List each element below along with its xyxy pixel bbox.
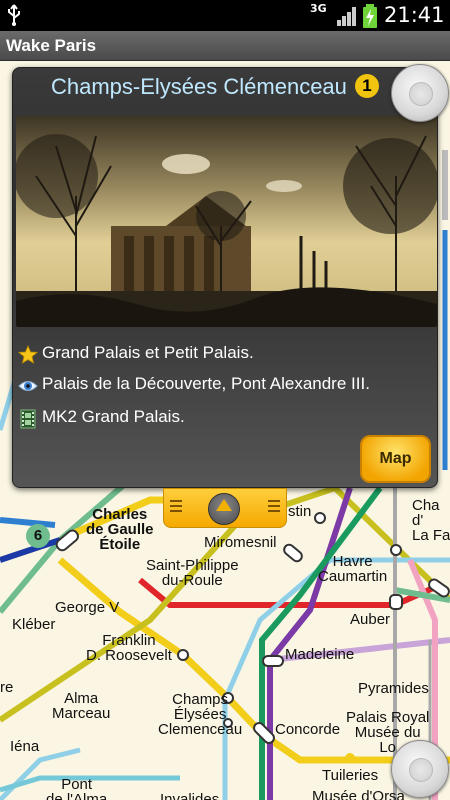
right-grip-icon bbox=[268, 497, 280, 517]
station-stin[interactable]: stin bbox=[288, 504, 311, 519]
film-icon bbox=[20, 409, 36, 429]
station-concorde[interactable]: Concorde bbox=[275, 722, 340, 737]
station-pont-alma[interactable]: Pont de l'Alma bbox=[46, 777, 107, 800]
status-bar: 3G 21:41 bbox=[0, 0, 450, 31]
station-alma-marceau[interactable]: Alma Marceau bbox=[52, 691, 110, 721]
station-kleber[interactable]: Kléber bbox=[12, 617, 55, 632]
station-auber[interactable]: Auber bbox=[350, 612, 390, 627]
station-champs-elysees[interactable]: Champs Élysées Clemenceau bbox=[158, 692, 242, 737]
app-screen: { "status_bar": { "network": "3G", "time… bbox=[0, 0, 450, 800]
station-pyramides[interactable]: Pyramides bbox=[358, 681, 429, 696]
station-miromesnil[interactable]: Miromesnil bbox=[204, 535, 277, 550]
station-tuileries[interactable]: Tuileries bbox=[322, 768, 378, 783]
station-musee-orsay[interactable]: Musée d'Orsa bbox=[312, 789, 405, 800]
station-photo bbox=[16, 116, 437, 327]
star-icon bbox=[18, 345, 38, 364]
zoom-out-button[interactable] bbox=[391, 740, 449, 798]
zoom-in-button[interactable] bbox=[391, 64, 449, 122]
station-invalides[interactable]: Invalides bbox=[160, 792, 219, 800]
station-havre[interactable]: Havre Caumartin bbox=[318, 554, 387, 584]
network-type: 3G bbox=[310, 2, 327, 15]
station-madeleine[interactable]: Madeleine bbox=[285, 647, 354, 662]
station-info-popup: Champs-Elysées Clémenceau 1 Grand Palais… bbox=[12, 67, 438, 488]
battery-charging-icon bbox=[363, 4, 377, 28]
app-title: Wake Paris bbox=[6, 36, 97, 55]
station-chaussee[interactable]: Cha d' La Fa bbox=[412, 498, 450, 543]
popup-station-title: Champs-Elysées Clémenceau bbox=[51, 74, 347, 99]
signal-icon bbox=[337, 7, 356, 26]
line-6-badge: 6 bbox=[26, 524, 50, 548]
station-franklin[interactable]: Franklin D. Roosevelt bbox=[86, 633, 172, 663]
station-charles-de-gaulle[interactable]: Charles de Gaulle Étoile bbox=[86, 507, 154, 552]
left-grip-icon bbox=[170, 497, 182, 517]
station-saint-philippe[interactable]: Saint-Philippe du-Roule bbox=[146, 558, 239, 588]
station-george-v[interactable]: George V bbox=[55, 600, 119, 615]
eye-icon bbox=[18, 381, 38, 391]
map-button[interactable]: Map bbox=[360, 435, 431, 483]
status-clock: 21:41 bbox=[384, 3, 445, 27]
collapse-arrow-icon[interactable] bbox=[208, 493, 240, 525]
drawer-handle[interactable] bbox=[163, 488, 287, 528]
app-title-bar: Wake Paris bbox=[0, 31, 450, 61]
station-ire[interactable]: re bbox=[0, 680, 13, 695]
usb-icon bbox=[8, 4, 20, 26]
station-iena[interactable]: Iéna bbox=[10, 739, 39, 754]
line-number-badge: 1 bbox=[355, 74, 379, 98]
